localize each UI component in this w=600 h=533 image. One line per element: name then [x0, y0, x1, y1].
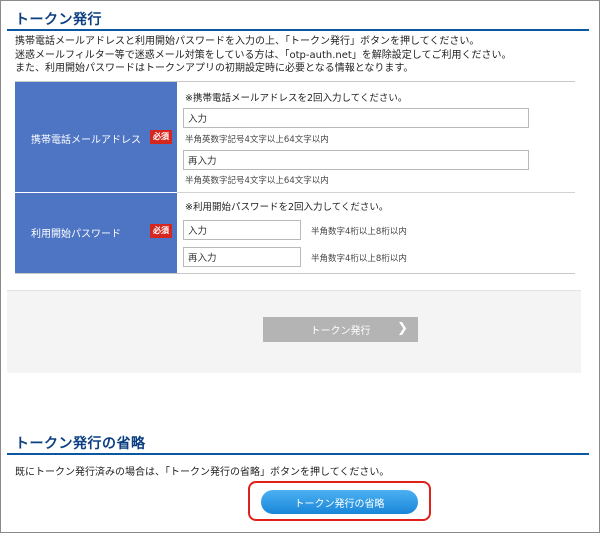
password-hint-2: 半角数字4桁以上8桁以内 — [311, 254, 407, 264]
required-badge: 必須 — [150, 224, 172, 238]
password-hint-1: 半角数字4桁以上8桁以内 — [311, 227, 407, 237]
password-note: ※利用開始パスワードを2回入力してください。 — [185, 202, 389, 213]
page-frame: トークン発行 携帯電話メールアドレスと利用開始パスワードを入力の上、「トークン発… — [0, 0, 600, 533]
email-confirm-field[interactable]: 再入力 — [183, 150, 529, 170]
token-issue-button[interactable]: トークン発行 ❯ — [263, 317, 418, 342]
intro-line-3: また、利用開始パスワードはトークンアプリの初期設定時に必要となる情報となります。 — [15, 63, 414, 74]
email-note: ※携帯電話メールアドレスを2回入力してください。 — [185, 93, 408, 104]
email-field[interactable]: 入力 — [183, 108, 529, 128]
password-field[interactable]: 入力 — [183, 220, 301, 240]
row-divider — [177, 192, 575, 193]
password-confirm-field[interactable]: 再入力 — [183, 247, 301, 267]
token-issue-intro: 携帯電話メールアドレスと利用開始パスワードを入力の上、「トークン発行」ボタンを押… — [15, 35, 512, 76]
chevron-right-icon: ❯ — [397, 321, 408, 336]
email-label-cell: 携帯電話メールアドレス 必須 — [15, 82, 177, 192]
email-label: 携帯電話メールアドレス — [31, 135, 141, 146]
skip-token-issue-button[interactable]: トークン発行の省略 — [261, 490, 418, 514]
required-badge: 必須 — [150, 130, 172, 144]
email-hint-2: 半角英数字記号4文字以上64文字以内 — [185, 176, 329, 186]
skip-section-title: トークン発行の省略 — [15, 436, 146, 452]
skip-section-intro: 既にトークン発行済みの場合は、「トークン発行の省略」ボタンを押してください。 — [15, 467, 390, 478]
email-hint-1: 半角英数字記号4文字以上64文字以内 — [185, 135, 329, 145]
password-label: 利用開始パスワード — [31, 229, 121, 240]
intro-line-2: 迷惑メールフィルター等で迷惑メール対策をしている方は、「otp-auth.net… — [15, 49, 512, 61]
token-issue-button-label: トークン発行 — [310, 326, 371, 337]
token-form-table: 携帯電話メールアドレス 必須 ※携帯電話メールアドレスを2回入力してください。 … — [15, 81, 575, 274]
skip-title-divider — [7, 453, 589, 455]
title-divider — [7, 29, 589, 31]
password-label-cell: 利用開始パスワード 必須 — [15, 193, 177, 273]
intro-line-1: 携帯電話メールアドレスと利用開始パスワードを入力の上、「トークン発行」ボタンを押… — [15, 36, 480, 47]
token-issue-title: トークン発行 — [15, 12, 102, 28]
